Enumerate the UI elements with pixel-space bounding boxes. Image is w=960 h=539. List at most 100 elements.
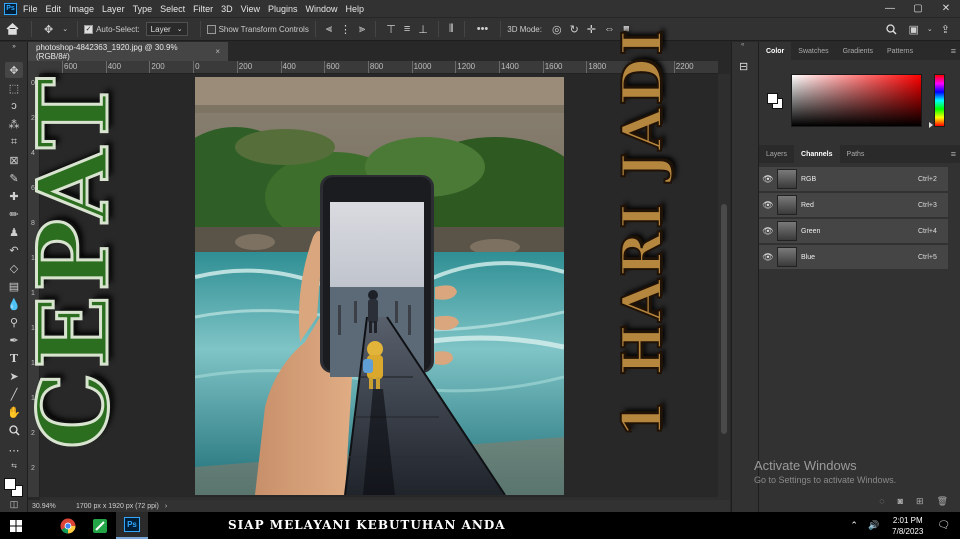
channel-shortcut: Ctrl+5	[918, 253, 937, 261]
channel-row-red[interactable]: 👁 Red Ctrl+3	[759, 193, 948, 218]
foreground-color-swatch[interactable]	[767, 93, 778, 104]
document-tab-title: photoshop-4842363_1920.jpg @ 30.9% (RGB/…	[36, 42, 178, 61]
share-icon[interactable]: ⇪	[941, 23, 950, 36]
photoshop-icon[interactable]: Ps	[116, 512, 148, 539]
close-icon[interactable]: ✕	[932, 0, 960, 17]
vertical-scrollbar[interactable]	[718, 74, 730, 497]
collapse-toolbar-icon[interactable]: »	[5, 42, 23, 52]
eye-icon[interactable]: 👁	[759, 174, 777, 185]
tab-paths[interactable]: Paths	[840, 145, 872, 163]
menu-image[interactable]: Image	[69, 4, 94, 14]
volume-icon[interactable]: 🔊	[868, 520, 879, 531]
ruler-label: 1000	[413, 62, 432, 71]
eye-icon[interactable]: 👁	[759, 252, 777, 263]
chevron-right-icon[interactable]: ›	[165, 503, 167, 510]
ruler-tick	[236, 61, 238, 73]
menu-select[interactable]: Select	[160, 4, 185, 14]
properties-icon[interactable]: ⊟	[739, 60, 748, 73]
collapse-panels-icon[interactable]: «	[741, 42, 744, 48]
menu-window[interactable]: Window	[306, 4, 338, 14]
menu-file[interactable]: File	[23, 4, 38, 14]
show-transform-checkbox[interactable]	[206, 24, 216, 34]
green-app-icon[interactable]	[84, 512, 116, 539]
3d-roll-icon[interactable]: ↻	[570, 23, 579, 36]
auto-select-value: Layer	[150, 24, 171, 34]
channel-row-blue[interactable]: 👁 Blue Ctrl+5	[759, 245, 948, 270]
menu-view[interactable]: View	[241, 4, 260, 14]
ruler-label: 600	[326, 62, 340, 71]
menu-3d[interactable]: 3D	[221, 4, 233, 14]
3d-pan-icon[interactable]: ✛	[587, 23, 596, 36]
chrome-icon[interactable]	[52, 512, 84, 539]
chevron-down-icon[interactable]: ⌄	[927, 25, 933, 33]
document-canvas[interactable]	[195, 77, 564, 495]
distribute-icon[interactable]: ⦀	[449, 23, 454, 36]
foreground-color-swatch[interactable]	[4, 478, 16, 490]
tab-color[interactable]: Color	[759, 42, 792, 60]
document-tab[interactable]: photoshop-4842363_1920.jpg @ 30.9% (RGB/…	[28, 42, 228, 61]
windows-start-icon[interactable]	[0, 512, 32, 539]
ruler-label: 1400	[501, 62, 519, 71]
photoshop-logo-icon: Ps	[4, 2, 17, 15]
zoom-level[interactable]: 30.94%	[32, 503, 76, 510]
align-left-icon[interactable]: ⫷	[326, 23, 332, 36]
eye-icon[interactable]: 👁	[759, 200, 777, 211]
align-middle-icon[interactable]: ≡	[404, 23, 410, 35]
chevron-down-icon: ⌄	[176, 26, 183, 33]
panel-menu-icon[interactable]: ≡	[951, 46, 956, 56]
menu-filter[interactable]: Filter	[193, 4, 213, 14]
menu-layer[interactable]: Layer	[102, 4, 125, 14]
menu-edit[interactable]: Edit	[46, 4, 62, 14]
divider	[437, 21, 439, 37]
tab-gradients[interactable]: Gradients	[836, 42, 880, 60]
quick-mask-icon[interactable]: ◫	[5, 498, 23, 510]
save-selection-icon[interactable]: ◙	[898, 496, 903, 506]
tab-swatches[interactable]: Swatches	[791, 42, 835, 60]
ruler-tick	[542, 61, 544, 73]
minimize-icon[interactable]: —	[876, 0, 904, 17]
move-tool-icon[interactable]: ✥	[44, 23, 53, 36]
channel-row-green[interactable]: 👁 Green Ctrl+4	[759, 219, 948, 244]
channel-row-rgb[interactable]: 👁 RGB Ctrl+2	[759, 167, 948, 192]
align-bottom-icon[interactable]: ⊥	[418, 23, 428, 36]
auto-select-checkbox[interactable]: ✓	[84, 24, 94, 34]
load-selection-icon[interactable]: ◌	[879, 496, 884, 506]
3d-orbit-icon[interactable]: ◎	[552, 23, 562, 36]
tab-channels[interactable]: Channels	[794, 145, 840, 163]
ruler-label: 1600	[544, 62, 563, 71]
swap-colors-icon[interactable]: ⇆	[5, 462, 23, 470]
hue-slider[interactable]	[934, 74, 945, 127]
tab-layers[interactable]: Layers	[759, 145, 794, 163]
auto-select-dropdown[interactable]: Layer ⌄	[145, 22, 188, 36]
delete-channel-icon[interactable]: 🗑	[937, 496, 948, 507]
clock[interactable]: 2:01 PM 7/8/2023	[892, 515, 923, 537]
color-picker-field[interactable]	[791, 74, 922, 127]
eye-icon[interactable]: 👁	[759, 226, 777, 237]
more-options-icon[interactable]: •••	[477, 23, 489, 35]
search-icon[interactable]	[885, 23, 897, 35]
home-icon[interactable]	[6, 23, 19, 35]
scrollbar-thumb[interactable]	[721, 204, 727, 434]
align-right-icon[interactable]: ⫸	[359, 23, 365, 36]
menu-type[interactable]: Type	[133, 4, 153, 14]
maximize-icon[interactable]: ▢	[904, 0, 932, 17]
new-channel-icon[interactable]: ⊞	[916, 496, 924, 507]
chevron-down-icon[interactable]: ⌄	[62, 25, 68, 33]
hue-slider-marker[interactable]	[929, 122, 933, 128]
notification-icon[interactable]: 🗨	[937, 520, 950, 531]
ruler-label: 600	[64, 62, 78, 71]
cepat-text-layer[interactable]: CEPAT	[16, 72, 132, 450]
panel-menu-icon[interactable]: ≡	[951, 149, 956, 159]
menu-plugins[interactable]: Plugins	[268, 4, 298, 14]
align-top-icon[interactable]: ⊤	[386, 23, 396, 36]
channel-name: Green	[801, 227, 821, 235]
search-icon[interactable]	[32, 512, 52, 539]
ruler-origin[interactable]	[28, 61, 40, 74]
workspace-icon[interactable]: ▣	[909, 23, 919, 36]
close-icon[interactable]: ×	[215, 47, 220, 56]
menu-help[interactable]: Help	[346, 4, 365, 14]
chevron-up-icon[interactable]: ⌃	[850, 520, 858, 531]
align-center-icon[interactable]: ⋮	[340, 23, 351, 36]
tab-patterns[interactable]: Patterns	[880, 42, 920, 60]
hari-jadi-text-layer[interactable]: 1 HARI JADI	[609, 26, 675, 439]
